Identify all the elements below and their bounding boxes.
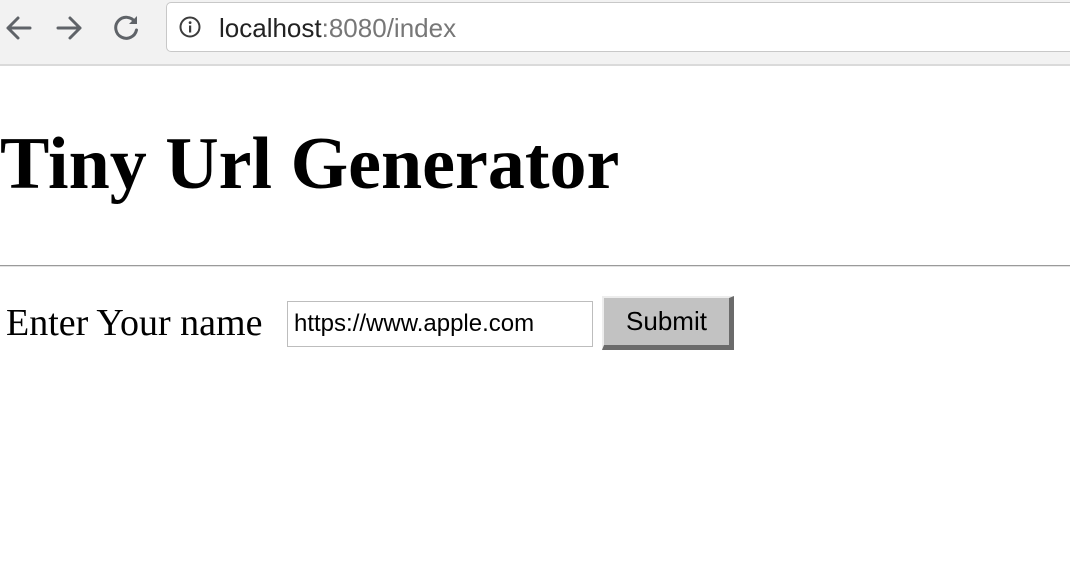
- horizontal-rule: [0, 265, 1070, 267]
- name-label: Enter Your name: [6, 302, 263, 344]
- url-text[interactable]: localhost:8080/index: [219, 13, 456, 43]
- arrow-right-icon: [56, 16, 82, 40]
- reload-icon: [114, 15, 138, 40]
- forward-button[interactable]: [52, 10, 88, 46]
- browser-toolbar: localhost:8080/index: [0, 0, 1070, 66]
- arrow-left-icon: [6, 16, 32, 40]
- info-icon[interactable]: [179, 16, 201, 38]
- url-host: localhost: [219, 13, 322, 43]
- back-button[interactable]: [0, 10, 36, 46]
- url-path: :8080/index: [321, 13, 457, 43]
- address-bar[interactable]: localhost:8080/index: [166, 2, 1070, 52]
- submit-button[interactable]: Submit: [602, 296, 734, 350]
- page-title: Tiny Url Generator: [0, 123, 620, 205]
- page-content: Tiny Url Generator Enter Your name Submi…: [0, 66, 1070, 572]
- url-input[interactable]: [287, 301, 593, 347]
- reload-button[interactable]: [108, 10, 144, 46]
